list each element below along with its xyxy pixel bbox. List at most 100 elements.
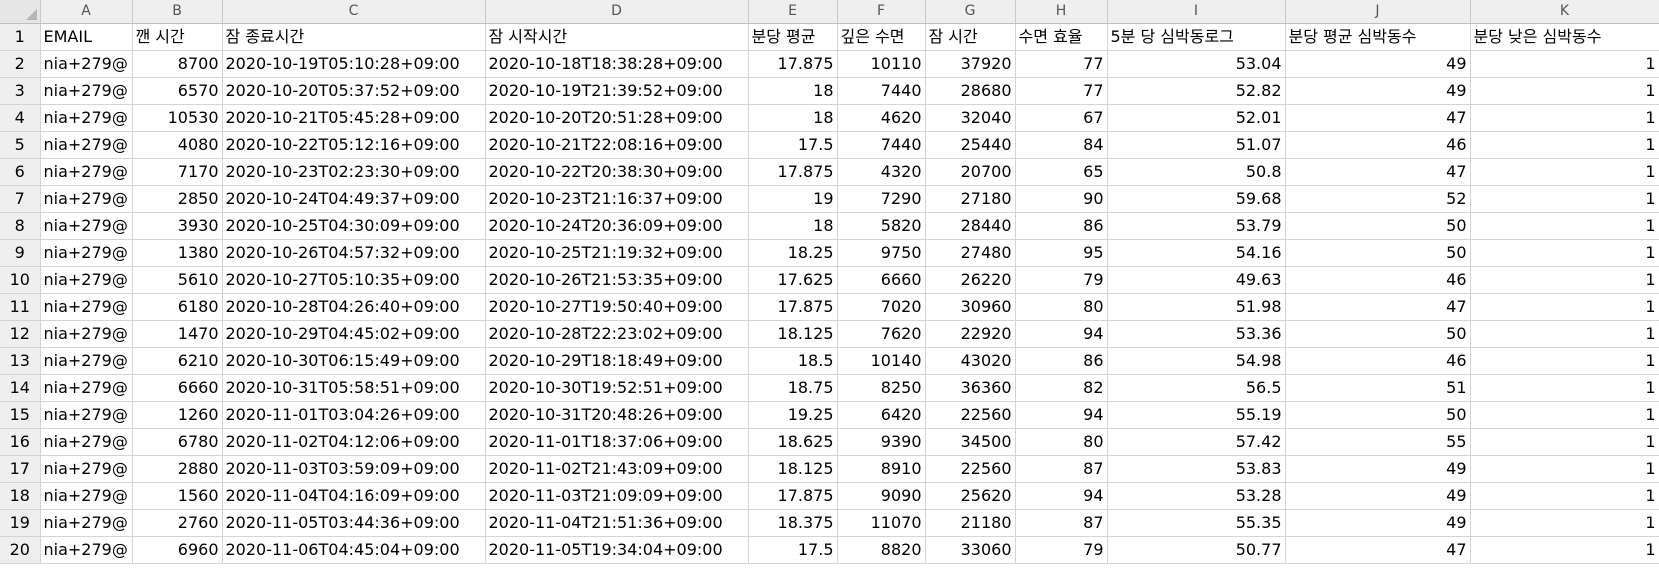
- cell[interactable]: 32040: [925, 104, 1016, 132]
- cell[interactable]: 2020-10-25T04:30:09+09:00: [222, 212, 486, 240]
- cell[interactable]: 59.68: [1107, 185, 1286, 213]
- cell[interactable]: 86: [1015, 347, 1108, 375]
- cell[interactable]: 65: [1015, 158, 1108, 186]
- cell[interactable]: 2020-10-19T05:10:28+09:00: [222, 50, 486, 78]
- cell[interactable]: 2020-11-06T04:45:04+09:00: [222, 536, 486, 564]
- cell[interactable]: 7440: [837, 77, 926, 105]
- cell[interactable]: 17.875: [748, 50, 838, 78]
- cell[interactable]: 2020-10-28T22:23:02+09:00: [485, 320, 749, 348]
- cell[interactable]: 37920: [925, 50, 1016, 78]
- cell[interactable]: 33060: [925, 536, 1016, 564]
- cell[interactable]: 53.04: [1107, 50, 1286, 78]
- cell[interactable]: 7170: [132, 158, 223, 186]
- cell[interactable]: 2020-10-30T06:15:49+09:00: [222, 347, 486, 375]
- header-cell[interactable]: 잠 시작시간: [485, 23, 749, 51]
- cell[interactable]: 18.5: [748, 347, 838, 375]
- cell[interactable]: 47: [1285, 104, 1471, 132]
- cell[interactable]: 8250: [837, 374, 926, 402]
- cell[interactable]: 80: [1015, 428, 1108, 456]
- cell[interactable]: 10140: [837, 347, 926, 375]
- cell[interactable]: 2020-11-04T04:16:09+09:00: [222, 482, 486, 510]
- header-cell[interactable]: 수면 효율: [1015, 23, 1108, 51]
- cell[interactable]: 6960: [132, 536, 223, 564]
- cell[interactable]: 50.77: [1107, 536, 1286, 564]
- cell[interactable]: 2880: [132, 455, 223, 483]
- column-header-a[interactable]: A: [40, 0, 133, 24]
- cell[interactable]: 2020-10-24T20:36:09+09:00: [485, 212, 749, 240]
- row-header-13[interactable]: 13: [0, 347, 41, 375]
- cell[interactable]: nia+279@: [40, 482, 133, 510]
- cell[interactable]: 4620: [837, 104, 926, 132]
- cell[interactable]: 2020-10-20T20:51:28+09:00: [485, 104, 749, 132]
- cell[interactable]: nia+279@: [40, 185, 133, 213]
- cell[interactable]: 10110: [837, 50, 926, 78]
- cell[interactable]: 9390: [837, 428, 926, 456]
- row-header-14[interactable]: 14: [0, 374, 41, 402]
- cell[interactable]: 25620: [925, 482, 1016, 510]
- column-header-g[interactable]: G: [925, 0, 1016, 24]
- cell[interactable]: 52: [1285, 185, 1471, 213]
- cell[interactable]: 52.01: [1107, 104, 1286, 132]
- cell[interactable]: 2020-11-01T18:37:06+09:00: [485, 428, 749, 456]
- row-header-9[interactable]: 9: [0, 239, 41, 267]
- cell[interactable]: 18.125: [748, 455, 838, 483]
- cell[interactable]: 22560: [925, 455, 1016, 483]
- cell[interactable]: nia+279@: [40, 104, 133, 132]
- cell[interactable]: 2020-11-03T03:59:09+09:00: [222, 455, 486, 483]
- cell[interactable]: 1: [1470, 158, 1659, 186]
- row-header-12[interactable]: 12: [0, 320, 41, 348]
- cell[interactable]: 2020-10-21T05:45:28+09:00: [222, 104, 486, 132]
- cell[interactable]: 1560: [132, 482, 223, 510]
- column-header-c[interactable]: C: [222, 0, 486, 24]
- cell[interactable]: 1: [1470, 428, 1659, 456]
- cell[interactable]: 2020-11-02T21:43:09+09:00: [485, 455, 749, 483]
- row-header-5[interactable]: 5: [0, 131, 41, 159]
- cell[interactable]: 77: [1015, 50, 1108, 78]
- cell[interactable]: nia+279@: [40, 509, 133, 537]
- cell[interactable]: 43020: [925, 347, 1016, 375]
- header-cell[interactable]: 잠 종료시간: [222, 23, 486, 51]
- cell[interactable]: 2850: [132, 185, 223, 213]
- cell[interactable]: 17.875: [748, 482, 838, 510]
- cell[interactable]: 9090: [837, 482, 926, 510]
- header-cell[interactable]: 깬 시간: [132, 23, 223, 51]
- cell[interactable]: 51.98: [1107, 293, 1286, 321]
- cell[interactable]: nia+279@: [40, 347, 133, 375]
- cell[interactable]: 22920: [925, 320, 1016, 348]
- cell[interactable]: 6210: [132, 347, 223, 375]
- cell[interactable]: 2020-10-31T20:48:26+09:00: [485, 401, 749, 429]
- cell[interactable]: 1380: [132, 239, 223, 267]
- cell[interactable]: 2020-10-24T04:49:37+09:00: [222, 185, 486, 213]
- cell[interactable]: 19: [748, 185, 838, 213]
- cell[interactable]: 1: [1470, 239, 1659, 267]
- cell[interactable]: 55.35: [1107, 509, 1286, 537]
- header-cell[interactable]: 분당 낮은 심박동수: [1470, 23, 1659, 51]
- cell[interactable]: 18.125: [748, 320, 838, 348]
- cell[interactable]: 94: [1015, 320, 1108, 348]
- cell[interactable]: 3930: [132, 212, 223, 240]
- cell[interactable]: 84: [1015, 131, 1108, 159]
- row-header-10[interactable]: 10: [0, 266, 41, 294]
- cell[interactable]: 1: [1470, 455, 1659, 483]
- cell[interactable]: 9750: [837, 239, 926, 267]
- column-header-f[interactable]: F: [837, 0, 926, 24]
- cell[interactable]: 2020-10-22T20:38:30+09:00: [485, 158, 749, 186]
- column-header-e[interactable]: E: [748, 0, 838, 24]
- cell[interactable]: 2020-10-18T18:38:28+09:00: [485, 50, 749, 78]
- cell[interactable]: 46: [1285, 347, 1471, 375]
- cell[interactable]: 53.83: [1107, 455, 1286, 483]
- cell[interactable]: 54.16: [1107, 239, 1286, 267]
- cell[interactable]: 2020-10-28T04:26:40+09:00: [222, 293, 486, 321]
- cell[interactable]: 2020-10-30T19:52:51+09:00: [485, 374, 749, 402]
- cell[interactable]: 6420: [837, 401, 926, 429]
- cell[interactable]: 1470: [132, 320, 223, 348]
- cell[interactable]: 6780: [132, 428, 223, 456]
- cell[interactable]: 19.25: [748, 401, 838, 429]
- cell[interactable]: 17.875: [748, 158, 838, 186]
- cell[interactable]: 20700: [925, 158, 1016, 186]
- cell[interactable]: 2020-10-27T05:10:35+09:00: [222, 266, 486, 294]
- cell[interactable]: 2020-10-25T21:19:32+09:00: [485, 239, 749, 267]
- cell[interactable]: 57.42: [1107, 428, 1286, 456]
- select-all-corner[interactable]: [0, 0, 41, 24]
- cell[interactable]: 17.5: [748, 131, 838, 159]
